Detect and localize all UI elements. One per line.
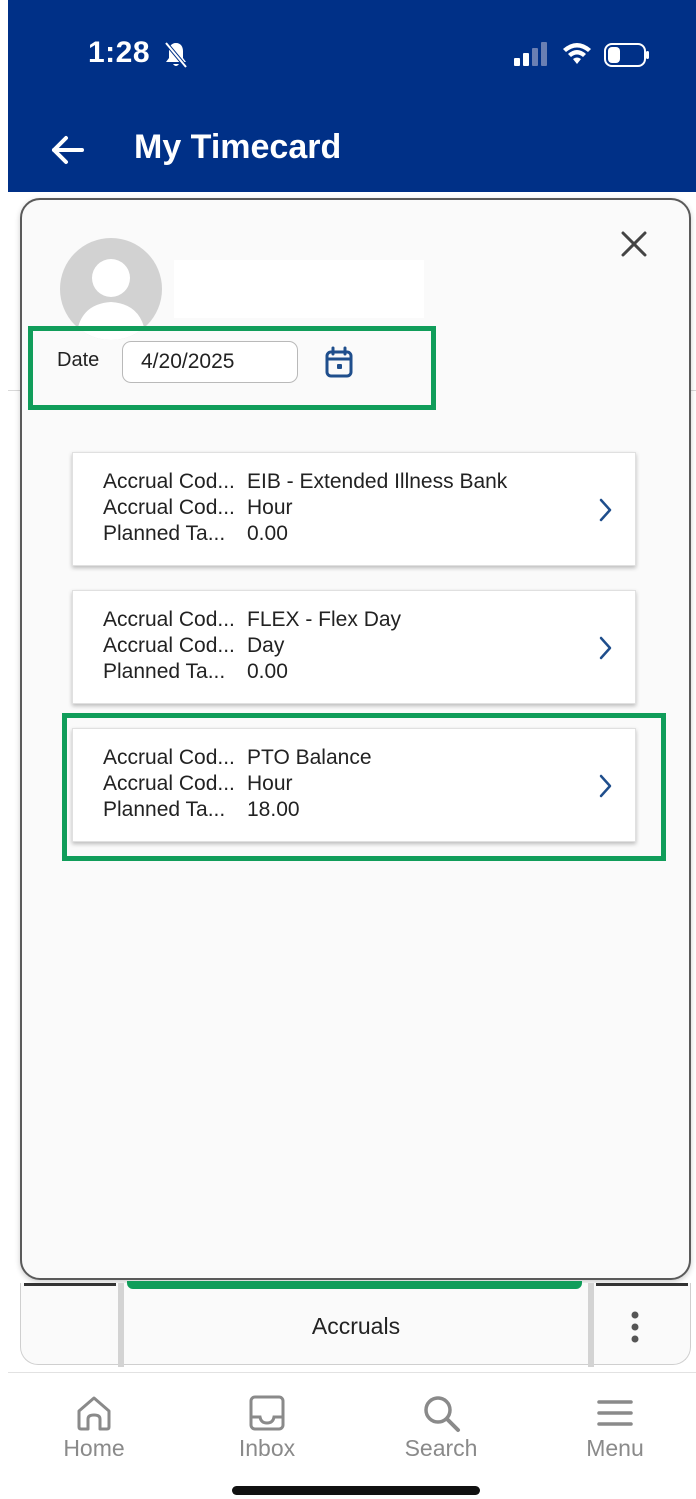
date-input[interactable] xyxy=(122,341,298,383)
inbox-icon xyxy=(249,1395,285,1431)
nav-search[interactable]: Search xyxy=(381,1393,501,1462)
menu-icon xyxy=(597,1400,633,1426)
more-options-icon[interactable] xyxy=(630,1311,640,1343)
accrual-field-value: Day xyxy=(247,634,285,657)
background-divider xyxy=(8,390,20,391)
accrual-field-label: Accrual Cod... xyxy=(103,608,235,631)
search-icon xyxy=(424,1396,460,1432)
accrual-field-value: Hour xyxy=(247,496,293,519)
wifi-icon xyxy=(563,43,591,64)
accrual-field-value: FLEX - Flex Day xyxy=(247,608,402,631)
avatar xyxy=(60,238,162,340)
nav-inbox[interactable]: Inbox xyxy=(207,1393,327,1462)
calendar-icon[interactable] xyxy=(325,346,353,378)
cellular-signal-icon xyxy=(514,42,547,66)
nav-home[interactable]: Home xyxy=(34,1393,154,1462)
bell-muted-icon xyxy=(164,41,188,69)
tab-edge xyxy=(24,1283,116,1286)
accrual-card-highlight xyxy=(62,713,666,861)
accrual-row: Accrual Cod... EIB - Extended Illness Ban… xyxy=(103,469,507,495)
nav-home-label: Home xyxy=(63,1435,125,1461)
tab-separator xyxy=(588,1283,594,1367)
accrual-field-label: Accrual Cod... xyxy=(103,470,235,493)
accrual-field-value: 0.00 xyxy=(247,522,288,545)
accrual-field-value: EIB - Extended Illness Bank xyxy=(247,470,508,493)
accrual-row: Accrual Cod... Hour xyxy=(103,495,293,521)
employee-name-redacted xyxy=(174,260,424,318)
accrual-row: Accrual Cod... Day xyxy=(103,633,284,659)
chevron-right-icon xyxy=(599,636,612,660)
accrual-card[interactable]: Accrual Cod... FLEX - Flex Day Accrual Co… xyxy=(72,590,636,704)
close-icon[interactable] xyxy=(618,228,650,260)
tab-edge xyxy=(596,1283,688,1286)
chevron-right-icon xyxy=(599,498,612,522)
accrual-field-value: 0.00 xyxy=(247,660,288,683)
accrual-field-label: Planned Ta... xyxy=(103,522,226,545)
battery-icon xyxy=(604,43,649,67)
nav-menu[interactable]: Menu xyxy=(555,1393,675,1462)
app-header: 1:28 My Timecard xyxy=(8,0,696,192)
page-title: My Timecard xyxy=(134,128,342,166)
accrual-card[interactable]: Accrual Cod... EIB - Extended Illness Ban… xyxy=(72,452,636,566)
date-label: Date xyxy=(57,349,100,371)
nav-menu-label: Menu xyxy=(586,1435,644,1461)
tab-accruals[interactable]: Accruals xyxy=(124,1296,588,1360)
accrual-row: Planned Ta... 0.00 xyxy=(103,521,288,547)
nav-inbox-label: Inbox xyxy=(238,1435,296,1461)
accrual-field-label: Accrual Cod... xyxy=(103,496,235,519)
status-time: 1:28 xyxy=(88,36,151,69)
accrual-row: Accrual Cod... FLEX - Flex Day xyxy=(103,607,401,633)
nav-search-label: Search xyxy=(404,1435,478,1461)
back-arrow-icon[interactable] xyxy=(48,130,88,170)
home-icon xyxy=(77,1396,111,1431)
accrual-row: Planned Ta... 0.00 xyxy=(103,659,288,685)
accrual-field-label: Planned Ta... xyxy=(103,660,226,683)
home-indicator xyxy=(232,1486,480,1495)
accrual-field-label: Accrual Cod... xyxy=(103,634,235,657)
tab-active-indicator xyxy=(127,1281,582,1289)
user-placeholder-icon xyxy=(76,259,146,340)
